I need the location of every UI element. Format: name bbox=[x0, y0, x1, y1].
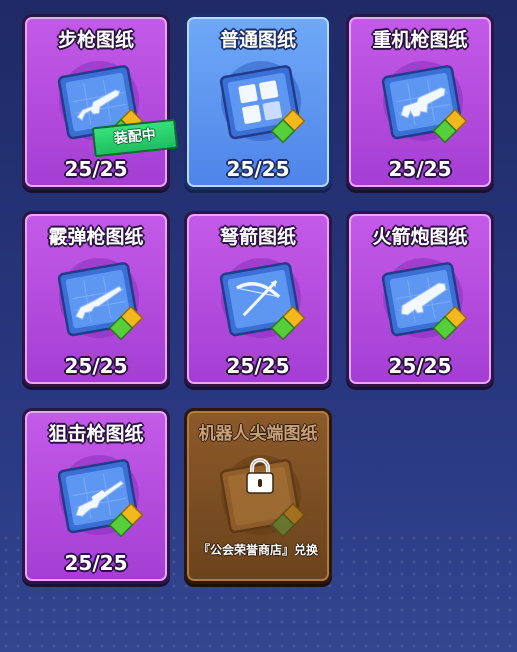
card-title: 重机枪图纸 bbox=[372, 29, 468, 51]
blueprint-card-shotgun[interactable]: 霰弹枪图纸 25/25 bbox=[22, 211, 170, 387]
card-count: 25/25 bbox=[64, 551, 128, 575]
unlock-hint-text: 『公会荣誉商店』兑换 bbox=[197, 543, 318, 557]
card-title: 霰弹枪图纸 bbox=[48, 226, 144, 248]
card-count: 25/25 bbox=[64, 157, 128, 181]
blueprint-card-heavy-machine-gun[interactable]: 重机枪图纸 25/25 bbox=[346, 14, 494, 190]
sniper-rifle-icon bbox=[57, 455, 144, 538]
card-count: 25/25 bbox=[226, 354, 290, 378]
grid-blueprint-icon bbox=[219, 61, 306, 144]
crossbow-icon bbox=[219, 258, 306, 341]
heavy-machine-gun-icon bbox=[381, 61, 468, 144]
card-title: 狙击枪图纸 bbox=[48, 423, 144, 445]
card-count: 25/25 bbox=[388, 157, 452, 181]
blueprint-card-common[interactable]: 普通图纸 25/25 bbox=[184, 14, 332, 190]
card-title: 火箭炮图纸 bbox=[372, 226, 468, 248]
blueprint-card-robot-advanced-locked[interactable]: 机器人尖端图纸 『公会荣誉商店』兑换 bbox=[184, 408, 332, 584]
rocket-launcher-icon bbox=[381, 258, 468, 341]
lock-icon bbox=[246, 458, 274, 494]
card-title: 普通图纸 bbox=[219, 29, 296, 51]
lock-overlay: 『公会荣誉商店』兑换 bbox=[187, 453, 329, 557]
card-title: 机器人尖端图纸 bbox=[198, 424, 318, 444]
card-count: 25/25 bbox=[226, 157, 290, 181]
blueprint-card-crossbow[interactable]: 弩箭图纸 25/25 bbox=[184, 211, 332, 387]
card-count: 25/25 bbox=[64, 354, 128, 378]
blueprint-card-sniper-rifle[interactable]: 狙击枪图纸 25/25 bbox=[22, 408, 170, 584]
blueprint-card-rocket-launcher[interactable]: 火箭炮图纸 25/25 bbox=[346, 211, 494, 387]
card-title: 弩箭图纸 bbox=[219, 226, 296, 248]
card-title: 步枪图纸 bbox=[57, 29, 134, 51]
card-count: 25/25 bbox=[388, 354, 452, 378]
blueprint-card-rifle[interactable]: 步枪图纸 装配中 25/25 bbox=[22, 14, 179, 190]
shotgun-icon bbox=[57, 258, 144, 341]
